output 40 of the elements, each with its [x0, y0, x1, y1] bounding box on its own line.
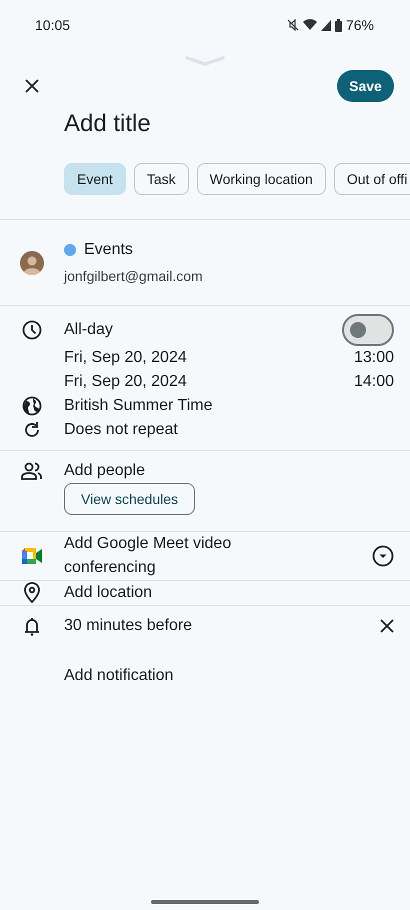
view-schedules-button[interactable]: View schedules: [64, 483, 196, 515]
add-location-label[interactable]: Add location: [64, 584, 152, 601]
repeat-label[interactable]: Does not repeat: [64, 421, 178, 438]
globe-icon: [22, 396, 42, 416]
save-button[interactable]: Save: [337, 70, 394, 102]
notification-label[interactable]: 30 minutes before: [64, 617, 192, 634]
event-time[interactable]: 13:00: [354, 346, 394, 370]
avatar: [20, 250, 44, 274]
battery-level: 76%: [346, 16, 374, 34]
event-date[interactable]: Fri, Sep 20, 2024: [64, 349, 187, 366]
repeat-icon: [23, 421, 41, 439]
title-field[interactable]: Add title: [64, 106, 364, 142]
remove-icon[interactable]: [380, 619, 394, 633]
people-icon: [20, 461, 44, 481]
clock-icon: [22, 320, 42, 340]
close-icon[interactable]: [25, 79, 39, 93]
calendar-name: Events: [84, 240, 133, 260]
drag-handle-icon[interactable]: [185, 56, 225, 66]
wifi-icon: [302, 19, 317, 31]
location-pin-icon: [23, 582, 41, 604]
bell-icon: [23, 616, 41, 636]
event-type-chip[interactable]: Task: [134, 163, 189, 195]
all-day-switch[interactable]: [342, 314, 394, 346]
event-type-chip[interactable]: Working location: [196, 163, 326, 195]
timezone-label[interactable]: British Summer Time: [64, 397, 212, 414]
battery-icon: [334, 18, 342, 32]
video-camera-icon: [20, 546, 44, 566]
event-date[interactable]: Fri, Sep 20, 2024: [64, 373, 187, 390]
event-type-chip[interactable]: Event: [64, 163, 126, 195]
event-type-chip[interactable]: Out of offi: [334, 163, 410, 195]
add-notification-label[interactable]: Add notification: [64, 667, 174, 684]
all-day-label: All-day: [64, 321, 113, 338]
add-conferencing-label[interactable]: Add Google Meet video conferencing: [64, 532, 264, 580]
account-email: jonfgilbert@gmail.com: [64, 267, 203, 286]
add-people-label[interactable]: Add people: [64, 462, 145, 479]
status-time: 10:05: [35, 16, 70, 34]
event-time[interactable]: 14:00: [354, 370, 394, 394]
mute-icon: [286, 19, 299, 31]
signal-icon: [320, 20, 331, 30]
dropdown-icon[interactable]: [372, 545, 394, 567]
